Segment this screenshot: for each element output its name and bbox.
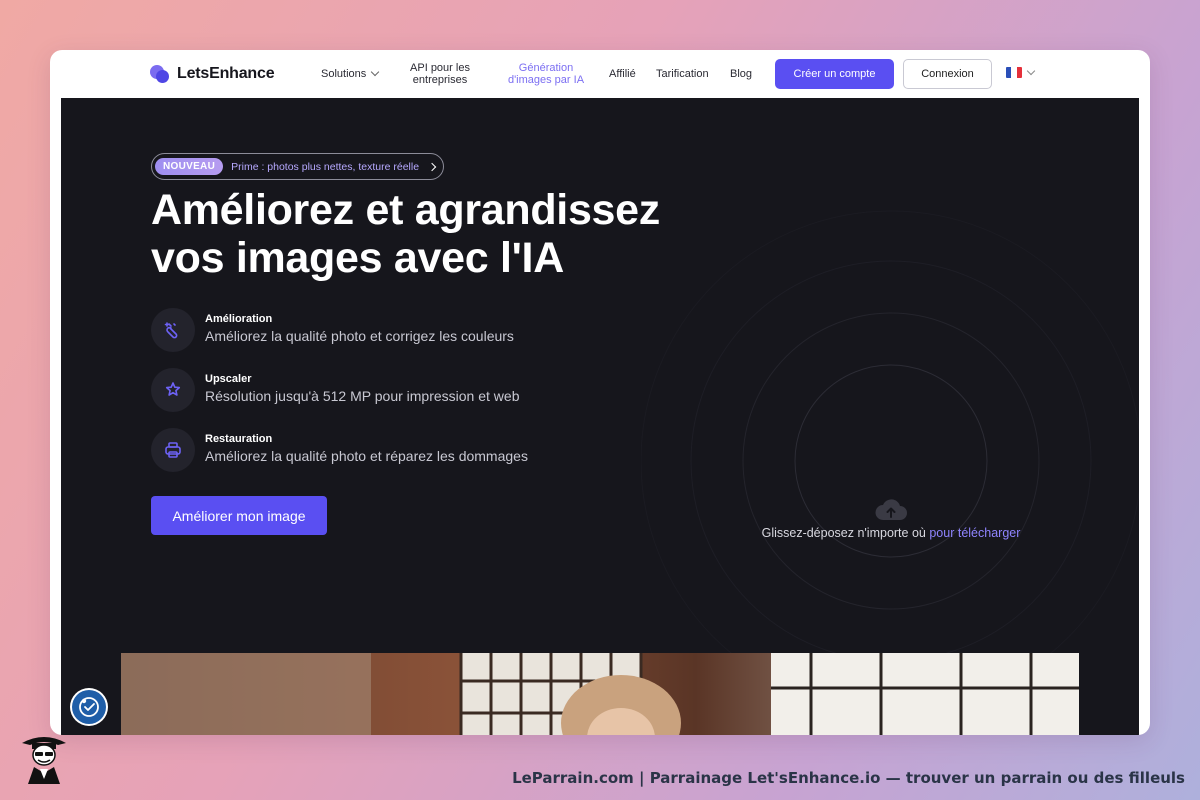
nav-solutions[interactable]: Solutions: [321, 67, 380, 80]
feature-restoration: Restauration Améliorez la qualité photo …: [151, 428, 528, 472]
hero-section: NOUVEAU Prime : photos plus nettes, text…: [61, 98, 1139, 735]
feature-name: Upscaler: [205, 373, 252, 385]
footer-caption: LeParrain.com | Parrainage Let'sEnhance.…: [512, 769, 1185, 787]
dropzone-label: Glissez-déposez n'importe où: [761, 526, 926, 540]
logo[interactable]: LetsEnhance: [150, 64, 275, 84]
badge-text: Prime : photos plus nettes, texture réel…: [231, 160, 420, 173]
announcement-badge[interactable]: NOUVEAU Prime : photos plus nettes, text…: [151, 153, 445, 180]
feature-desc: Résolution jusqu'à 512 MP pour impressio…: [205, 388, 520, 404]
chevron-down-icon: [371, 67, 380, 77]
login-button[interactable]: Connexion: [903, 59, 992, 89]
france-flag-icon: [1006, 67, 1022, 78]
feature-name: Restauration: [205, 433, 273, 445]
upload-dropzone[interactable]: Glissez-déposez n'importe où pour téléch…: [641, 173, 1139, 673]
feature-name: Amélioration: [205, 313, 273, 325]
nav-ai-line1: Génération: [518, 62, 574, 74]
nav-ai-line2: d'images par IA: [507, 74, 585, 86]
nav-api-line2: entreprises: [412, 74, 468, 86]
nav-affiliate[interactable]: Affilié: [609, 68, 636, 80]
nav-api[interactable]: API pour les entreprises: [404, 62, 476, 86]
mascot-logo: [22, 737, 66, 784]
top-nav: LetsEnhance Solutions API pour les entre…: [50, 50, 1150, 98]
signup-button[interactable]: Créer un compte: [775, 59, 894, 89]
badge-tag: NOUVEAU: [155, 158, 224, 175]
hero-title-line2: vos images avec l'IA: [151, 234, 564, 282]
nav-api-line1: API pour les: [410, 62, 470, 74]
upload-link[interactable]: pour télécharger: [929, 526, 1020, 540]
feature-desc: Améliorez la qualité photo et corrigez l…: [205, 328, 514, 344]
accessibility-button[interactable]: [72, 690, 106, 724]
cloud-upload-icon: [875, 499, 907, 520]
magic-wand-icon: [151, 308, 195, 352]
feature-upscaler: Upscaler Résolution jusqu'à 512 MP pour …: [151, 368, 519, 412]
chevron-right-icon: [427, 162, 437, 171]
star-sparkle-icon: [151, 368, 195, 412]
nav-solutions-label: Solutions: [321, 68, 367, 80]
language-selector[interactable]: [1006, 66, 1036, 78]
nav-pricing[interactable]: Tarification: [656, 68, 709, 80]
feature-enhancement: Amélioration Améliorez la qualité photo …: [151, 308, 514, 352]
chevron-down-icon: [1026, 66, 1036, 75]
accessibility-icon: [79, 697, 99, 717]
printer-icon: [151, 428, 195, 472]
example-photo: [121, 653, 1079, 735]
nav-ai-generation[interactable]: Génération d'images par IA: [500, 62, 592, 86]
photo-illustration: [121, 653, 1079, 735]
browser-card: LetsEnhance Solutions API pour les entre…: [50, 50, 1150, 735]
brand-name: LetsEnhance: [177, 65, 275, 82]
dropzone-text: Glissez-déposez n'importe où pour téléch…: [641, 526, 1139, 540]
enhance-image-button[interactable]: Améliorer mon image: [151, 496, 327, 535]
logo-icon: [150, 64, 170, 84]
dropzone-rings: [641, 210, 1139, 673]
hero-title: Améliorez et agrandissez vos images avec…: [151, 186, 711, 282]
hero-title-line1: Améliorez et agrandissez: [151, 186, 660, 234]
nav-blog[interactable]: Blog: [730, 68, 752, 80]
feature-desc: Améliorez la qualité photo et réparez le…: [205, 448, 528, 464]
